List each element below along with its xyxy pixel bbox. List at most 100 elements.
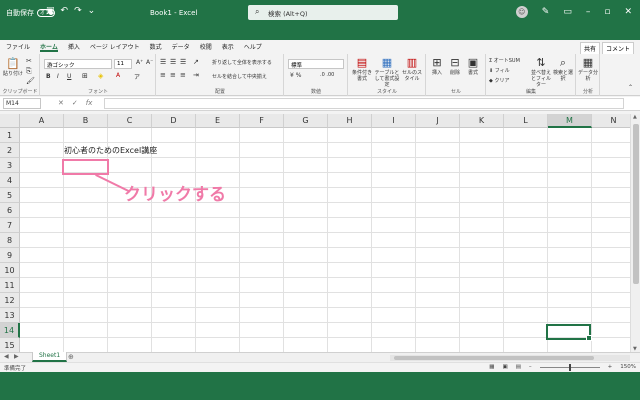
align-right-icon[interactable]: ≡ [180,71,186,79]
tab-page-layout[interactable]: ページ レイアウト [90,42,140,54]
insert-cells-button[interactable]: ⊞ 挿入 [428,57,446,77]
clear-button[interactable]: ◆ クリア [489,77,509,84]
tab-review[interactable]: 校閲 [200,42,212,54]
restore-icon[interactable]: ▫ [604,7,610,17]
row-header-7[interactable]: 7 [0,218,20,233]
autosum-button[interactable]: Σ オートSUM [489,57,520,64]
tab-insert[interactable]: 挿入 [68,42,80,54]
column-header-g[interactable]: G [284,114,328,128]
select-all-button[interactable] [0,114,20,128]
column-header-f[interactable]: F [240,114,284,128]
decimal-icon[interactable]: .0 .00 [320,72,334,78]
fill-color-icon[interactable]: ◈ [98,72,103,80]
prev-sheet-icon[interactable]: ◀ [4,353,9,360]
row-header-12[interactable]: 12 [0,293,20,308]
row-header-10[interactable]: 10 [0,263,20,278]
ribbon-display-icon[interactable]: ▭ [563,7,572,17]
pen-icon[interactable]: ✎ [542,7,550,17]
row-header-15[interactable]: 15 [0,338,20,353]
cut-icon[interactable]: ✂ [26,57,32,65]
column-header-l[interactable]: L [504,114,548,128]
font-size-select[interactable]: 11 [114,59,132,69]
vertical-scroll-thumb[interactable] [633,124,639,284]
zoom-slider[interactable] [539,363,600,371]
bold-button[interactable]: B [46,73,51,80]
conditional-format-button[interactable]: ▤ 条件付き書式 [350,57,374,83]
horizontal-scroll-thumb[interactable] [394,356,594,360]
row-header-13[interactable]: 13 [0,308,20,323]
insert-function-button[interactable]: fx [86,99,93,107]
row-header-1[interactable]: 1 [0,128,20,143]
wrap-text-button[interactable]: 折り返して全体を表示する [212,59,272,66]
page-layout-view-icon[interactable]: ▣ [503,364,508,370]
page-break-view-icon[interactable]: ▤ [516,364,521,370]
horizontal-scrollbar[interactable] [390,355,630,361]
enter-icon[interactable]: ✓ [72,99,78,107]
tab-file[interactable]: ファイル [6,42,30,54]
tab-view[interactable]: 表示 [222,42,234,54]
sort-filter-button[interactable]: ⇅ 並べ替えとフィルター [530,57,552,89]
tab-formulas[interactable]: 数式 [150,42,162,54]
underline-button[interactable]: U [67,73,71,80]
row-header-6[interactable]: 6 [0,203,20,218]
fill-button[interactable]: ⬇ フィル [489,67,510,74]
tab-home[interactable]: ホーム [40,42,58,52]
column-header-j[interactable]: J [416,114,460,128]
font-shrink-icon[interactable]: A⁻ [146,59,153,66]
align-left-icon[interactable]: ≡ [160,71,166,79]
cell-styles-button[interactable]: ▥ セルのスタイル [400,57,424,83]
column-header-e[interactable]: E [196,114,240,128]
save-icon[interactable]: ▣ [46,6,55,16]
italic-button[interactable]: I [57,73,59,80]
column-header-i[interactable]: I [372,114,416,128]
format-painter-icon[interactable]: 🖌 [26,77,35,85]
paste-button[interactable]: 📋 貼り付け [2,58,24,78]
tab-data[interactable]: データ [172,42,190,54]
font-grow-icon[interactable]: A⁺ [136,59,143,66]
row-header-4[interactable]: 4 [0,173,20,188]
scroll-up-icon[interactable]: ▲ [633,114,637,120]
redo-icon[interactable]: ↷ [74,6,82,16]
border-icon[interactable]: ⊞ [82,72,88,80]
copy-icon[interactable]: ⎘ [26,67,32,76]
avatar[interactable]: ☺ [515,6,528,18]
tab-help[interactable]: ヘルプ [244,42,262,54]
row-header-9[interactable]: 9 [0,248,20,263]
zoom-out-icon[interactable]: – [529,364,532,370]
format-as-table-button[interactable]: ▦ テーブルとして書式設定 [374,57,400,89]
add-sheet-icon[interactable]: ⊕ [68,353,74,361]
currency-icon[interactable]: ¥ % [290,72,301,79]
cancel-icon[interactable]: ✕ [58,99,64,107]
orientation-icon[interactable]: ↗ [193,58,199,66]
row-header-5[interactable]: 5 [0,188,20,203]
merge-center-button[interactable]: セルを結合して中央揃え [212,73,267,80]
font-name-select[interactable]: 游ゴシック [44,59,112,69]
format-cells-button[interactable]: ▣ 書式 [464,57,482,77]
column-header-d[interactable]: D [152,114,196,128]
minimize-icon[interactable]: – [586,7,591,17]
sheet-tab-sheet1[interactable]: Sheet1 [32,352,68,362]
delete-cells-button[interactable]: ⊟ 削除 [446,57,464,77]
column-header-k[interactable]: K [460,114,504,128]
phonetic-icon[interactable]: ア [134,72,140,81]
align-center-icon[interactable]: ≡ [170,71,176,79]
cell-gridlines[interactable] [20,128,630,352]
normal-view-icon[interactable]: ▦ [489,364,494,370]
zoom-in-icon[interactable]: + [608,364,613,370]
active-cell-m14[interactable] [546,324,592,341]
column-header-b[interactable]: B [64,114,108,128]
find-select-button[interactable]: ⌕ 検索と選択 [552,57,574,83]
align-top-icon[interactable]: ☰ [160,58,166,66]
cell-b2[interactable]: 初心者のためのExcel講座 [64,145,157,156]
column-header-h[interactable]: H [328,114,372,128]
align-middle-icon[interactable]: ☰ [170,58,176,66]
row-header-11[interactable]: 11 [0,278,20,293]
column-header-c[interactable]: C [108,114,152,128]
customize-icon[interactable]: ⌄ [88,6,96,16]
column-header-a[interactable]: A [20,114,64,128]
undo-icon[interactable]: ↶ [61,6,69,16]
search-box[interactable]: ⌕ 検索 (Alt+Q) [248,5,398,20]
row-header-8[interactable]: 8 [0,233,20,248]
indent-icon[interactable]: ⇥ [193,71,199,79]
vertical-scrollbar[interactable]: ▲ ▼ [630,114,640,352]
